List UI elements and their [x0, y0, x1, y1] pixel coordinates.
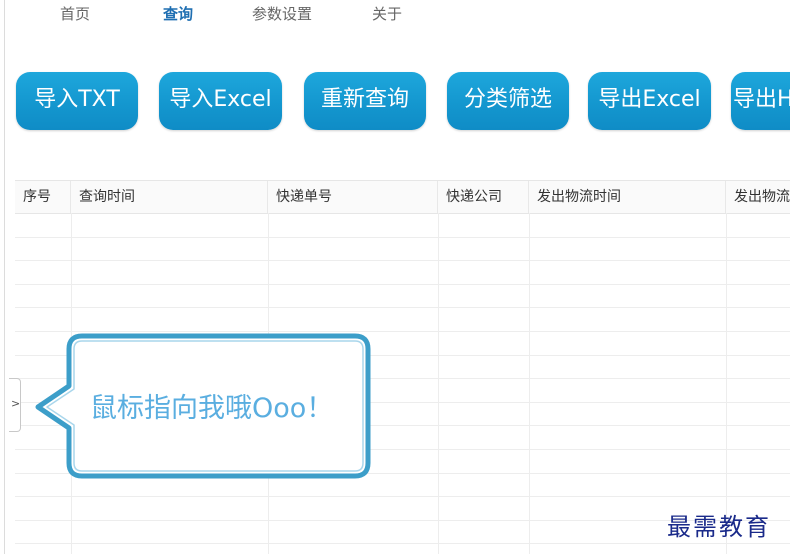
watermark-text: 最需教育 — [667, 513, 771, 541]
filter-button[interactable]: 分类筛选 — [447, 72, 569, 130]
column-header-dispatch-time[interactable]: 发出物流时间 — [529, 181, 726, 213]
column-header-dispatch[interactable]: 发出物流 — [726, 181, 790, 213]
tooltip-text: 鼠标指向我哦Ooo！ — [90, 393, 334, 424]
table-row-divider — [15, 496, 790, 498]
table-row-divider — [15, 307, 790, 309]
nav-item-query[interactable]: 查询 — [163, 3, 193, 24]
table-row-divider — [15, 236, 790, 238]
table-column-divider — [726, 213, 727, 554]
column-header-index[interactable]: 序号 — [15, 181, 71, 213]
chevron-right-icon: > — [11, 397, 21, 410]
export-excel-button[interactable]: 导出Excel — [588, 72, 711, 130]
export-h-button[interactable]: 导出H — [731, 72, 790, 130]
column-header-courier[interactable]: 快递公司 — [438, 181, 529, 213]
column-header-tracking-number[interactable]: 快递单号 — [268, 181, 438, 213]
sidebar-toggle[interactable]: > — [9, 378, 21, 432]
table-column-divider — [529, 213, 530, 554]
nav-item-about[interactable]: 关于 — [372, 3, 402, 24]
nav-item-home[interactable]: 首页 — [60, 3, 90, 24]
top-nav: 首页 查询 参数设置 关于 — [0, 0, 790, 26]
nav-item-settings[interactable]: 参数设置 — [252, 3, 312, 24]
table-header: 序号 查询时间 快递单号 快递公司 发出物流时间 发出物流 — [15, 180, 790, 214]
column-header-query-time[interactable]: 查询时间 — [71, 181, 268, 213]
table-row-divider — [15, 543, 790, 545]
table-row-divider — [15, 283, 790, 285]
table-column-divider — [438, 213, 439, 554]
table-row-divider — [15, 260, 790, 262]
import-excel-button[interactable]: 导入Excel — [159, 72, 282, 130]
window-left-border — [4, 0, 5, 554]
requery-button[interactable]: 重新查询 — [304, 72, 426, 130]
import-txt-button[interactable]: 导入TXT — [16, 72, 138, 130]
